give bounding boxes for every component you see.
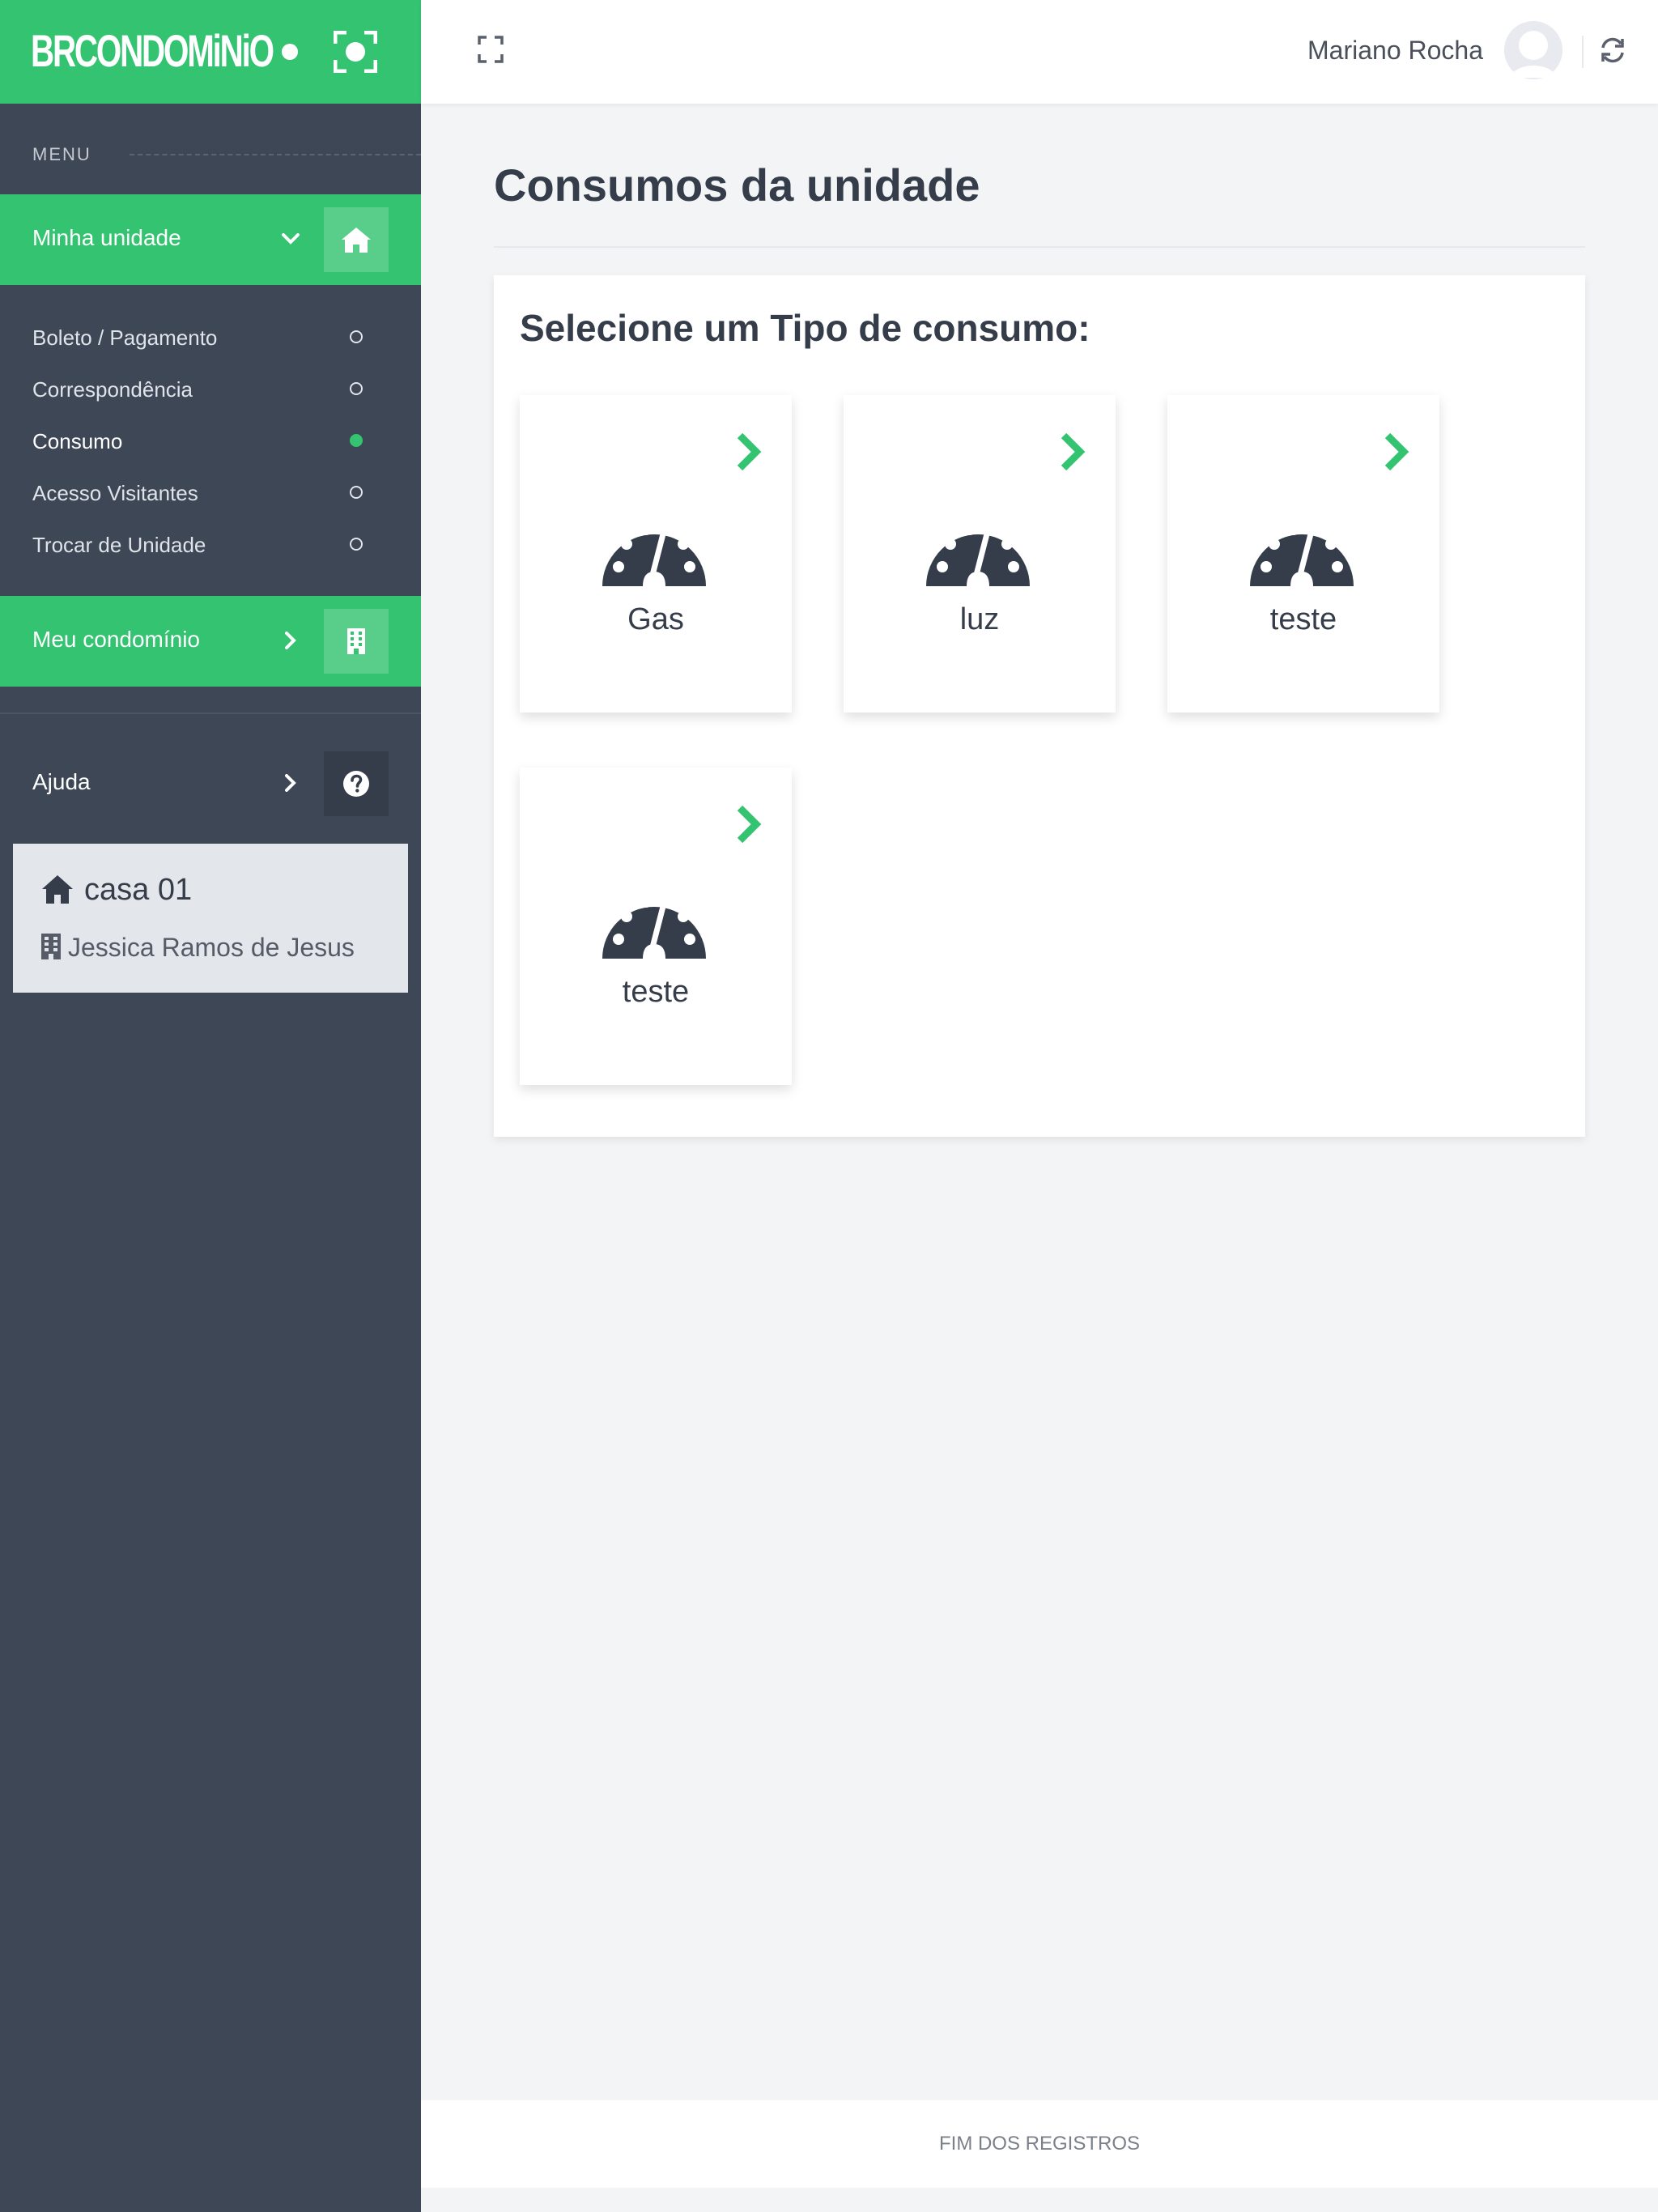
building-icon — [41, 934, 61, 959]
gauge-icon — [926, 521, 1030, 586]
consumption-type-name: Gas — [627, 602, 684, 636]
active-dot-icon — [350, 434, 363, 447]
fullscreen-icon[interactable] — [478, 36, 504, 63]
inactive-dot-icon — [350, 382, 363, 395]
sidebar-item-iconbox — [324, 207, 389, 272]
menu-section-label: MENU — [32, 144, 91, 164]
sidebar-item-boleto[interactable]: Boleto / Pagamento — [32, 325, 217, 351]
brand-bar: BRCONDOMiNiO — [0, 0, 421, 104]
sidebar-item-minha-unidade[interactable]: Minha unidade — [0, 194, 421, 285]
sidebar-item-iconbox — [324, 751, 389, 816]
brand-logo[interactable]: BRCONDOMiNiO — [31, 24, 274, 77]
gauge-icon — [602, 894, 706, 959]
chevron-right-icon — [737, 805, 762, 844]
consumption-card-teste-2[interactable]: teste — [520, 768, 792, 1085]
home-icon — [342, 228, 371, 253]
menu-divider — [130, 154, 421, 155]
sidebar-item-iconbox — [324, 609, 389, 674]
inactive-dot-icon — [350, 330, 363, 343]
sidebar-item-label: Minha unidade — [32, 225, 181, 250]
status-dot-icon — [282, 44, 298, 60]
sidebar-item-label: Meu condomínio — [32, 627, 201, 652]
top-header: Mariano Rocha — [421, 0, 1658, 104]
chevron-right-icon — [1061, 432, 1086, 471]
consumption-card-teste[interactable]: teste — [1167, 395, 1439, 713]
footer: FIM DOS REGISTROS — [421, 2100, 1658, 2188]
chevron-right-icon — [737, 432, 762, 471]
sidebar-item-meu-condominio[interactable]: Meu condomínio — [0, 596, 421, 687]
avatar[interactable] — [1504, 21, 1562, 79]
consumption-panel: Selecione um Tipo de consumo: Gas luz te… — [494, 275, 1585, 1137]
gauge-icon — [602, 521, 706, 586]
consumption-card-gas[interactable]: Gas — [520, 395, 792, 713]
page-title: Consumos da unidade — [494, 160, 980, 211]
consumption-type-name: teste — [1269, 602, 1337, 636]
panel-title: Selecione um Tipo de consumo: — [520, 307, 1090, 349]
sidebar-item-trocar-unidade[interactable]: Trocar de Unidade — [32, 533, 206, 558]
sidebar-submenu: Boleto / Pagamento Correspondência Consu… — [0, 285, 421, 596]
help-icon — [343, 771, 369, 797]
building-icon — [347, 628, 365, 654]
focus-icon[interactable] — [334, 31, 377, 73]
chevron-right-icon — [1384, 432, 1409, 471]
sidebar-item-ajuda[interactable]: Ajuda — [0, 738, 421, 829]
user-name[interactable]: Mariano Rocha — [1307, 36, 1483, 66]
sidebar-item-correspondencia[interactable]: Correspondência — [32, 377, 193, 402]
consumption-type-name: luz — [959, 602, 1000, 636]
chevron-right-icon — [285, 774, 296, 792]
footer-text: FIM DOS REGISTROS — [938, 2133, 1140, 2155]
gauge-icon — [1250, 521, 1354, 586]
unit-owner: Jessica Ramos de Jesus — [68, 933, 355, 962]
consumption-card-luz[interactable]: luz — [844, 395, 1116, 713]
title-divider — [494, 246, 1585, 248]
header-divider — [1582, 36, 1584, 68]
sidebar-item-label: Ajuda — [32, 769, 91, 794]
inactive-dot-icon — [350, 538, 363, 551]
consumption-type-name: teste — [622, 975, 690, 1009]
sidebar-divider — [0, 713, 421, 714]
sidebar-item-consumo[interactable]: Consumo — [32, 429, 122, 454]
home-icon — [42, 875, 73, 904]
current-unit-card: casa 01 Jessica Ramos de Jesus — [13, 844, 408, 993]
refresh-icon[interactable] — [1598, 36, 1627, 65]
unit-title: casa 01 — [84, 873, 193, 907]
inactive-dot-icon — [350, 486, 363, 499]
sidebar: BRCONDOMiNiO MENU Minha unidade Boleto /… — [0, 0, 421, 2212]
chevron-right-icon — [285, 632, 296, 649]
chevron-down-icon — [282, 233, 300, 245]
user-silhouette-icon — [1504, 21, 1562, 79]
sidebar-item-acesso-visitantes[interactable]: Acesso Visitantes — [32, 481, 198, 506]
